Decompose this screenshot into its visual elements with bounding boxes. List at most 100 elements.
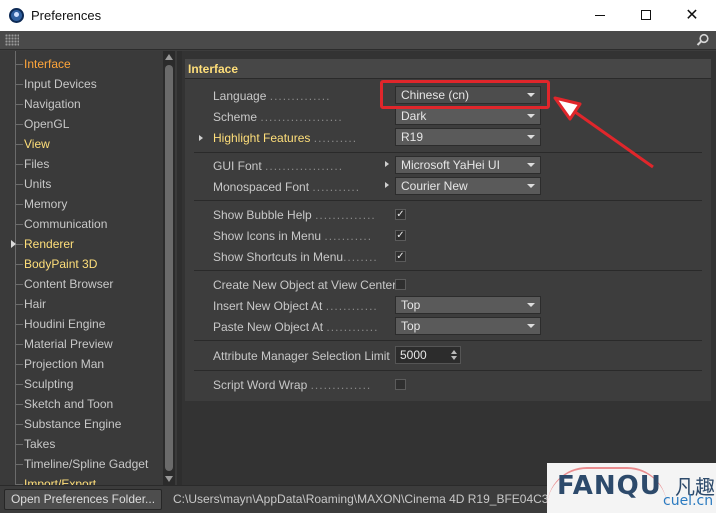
attribute-limit-field[interactable]: 5000 — [395, 346, 461, 364]
scroll-down-icon[interactable] — [165, 476, 173, 482]
minimize-icon — [595, 15, 605, 16]
sidebar-item-memory[interactable]: Memory — [15, 194, 67, 214]
sidebar-item-import-export[interactable]: Import/Export — [15, 474, 96, 485]
sidebar-item-label: Renderer — [24, 237, 75, 251]
icons-in-menu-label: Show Icons in Menu ........... — [213, 229, 373, 243]
sidebar-item-input-devices[interactable]: Input Devices — [15, 74, 97, 94]
chevron-down-icon — [527, 303, 535, 307]
sidebar-item-content-browser[interactable]: Content Browser — [15, 274, 113, 294]
sidebar-item-interface[interactable]: Interface — [15, 54, 71, 74]
sidebar-item-opengl[interactable]: OpenGL — [15, 114, 69, 134]
sidebar-scrollbar[interactable] — [163, 51, 175, 485]
script-word-wrap-label: Script Word Wrap .............. — [213, 378, 372, 392]
divider — [194, 270, 702, 271]
sidebar-item-label: Memory — [24, 197, 68, 211]
create-center-label: Create New Object at View Center — [213, 278, 397, 292]
sidebar-item-label: Import/Export — [24, 477, 97, 485]
sidebar-item-label: Houdini Engine — [24, 317, 106, 331]
expand-arrow-icon[interactable] — [199, 135, 203, 141]
sidebar-item-label: Files — [24, 157, 50, 171]
sidebar-item-label: Content Browser — [24, 277, 114, 291]
sidebar-item-houdini-engine[interactable]: Houdini Engine — [15, 314, 105, 334]
sidebar-item-timeline-spline-gadget[interactable]: Timeline/Spline Gadget — [15, 454, 148, 474]
sidebar-tree: Interface Input Devices Navigation OpenGL Vi… — [0, 51, 177, 485]
scheme-dropdown[interactable]: Dark — [395, 107, 541, 125]
paste-object-dropdown[interactable]: Top — [395, 317, 541, 335]
close-button[interactable]: ✕ — [669, 0, 715, 31]
expand-arrow-icon[interactable] — [385, 182, 389, 188]
monospaced-font-dropdown[interactable]: Courier New — [395, 177, 541, 195]
gui-font-dropdown[interactable]: Microsoft YaHei UI — [395, 156, 541, 174]
chevron-down-icon — [527, 163, 535, 167]
sidebar-item-sculpting[interactable]: Sculpting — [15, 374, 73, 394]
spinner-arrows-icon[interactable] — [451, 350, 457, 360]
sidebar-item-label: View — [24, 137, 50, 151]
sidebar-item-label: Hair — [24, 297, 47, 311]
insert-object-dropdown[interactable]: Top — [395, 296, 541, 314]
section-header: Interface — [185, 59, 711, 79]
chevron-down-icon — [527, 135, 535, 139]
shortcuts-in-menu-checkbox[interactable]: ✓ — [395, 251, 406, 262]
sidebar-item-navigation[interactable]: Navigation — [15, 94, 81, 114]
sidebar-item-substance-engine[interactable]: Substance Engine — [15, 414, 121, 434]
expand-arrow-icon[interactable] — [385, 161, 389, 167]
sidebar-item-hair[interactable]: Hair — [15, 294, 46, 314]
language-label: Language .............. — [213, 89, 331, 103]
sidebar-item-label: Interface — [24, 57, 71, 71]
sidebar-item-label: Timeline/Spline Gadget — [24, 457, 149, 471]
cinema4d-app-icon — [9, 8, 24, 23]
minimize-button[interactable] — [577, 0, 623, 31]
annotation-highlight-box — [380, 80, 550, 109]
grip-handle-icon[interactable] — [5, 34, 19, 46]
scrollbar-thumb[interactable] — [165, 65, 173, 471]
highlight-features-dropdown[interactable]: R19 — [395, 128, 541, 146]
watermark-site: cuel.cn — [663, 493, 714, 509]
sidebar-item-projection-man[interactable]: Projection Man — [15, 354, 104, 374]
sidebar-item-units[interactable]: Units — [15, 174, 51, 194]
window-title: Preferences — [31, 8, 102, 23]
sidebar-item-sketch-and-toon[interactable]: Sketch and Toon — [15, 394, 113, 414]
sidebar-item-communication[interactable]: Communication — [15, 214, 107, 234]
bubble-help-label: Show Bubble Help .............. — [213, 208, 376, 222]
sidebar-item-bodypaint-3d[interactable]: BodyPaint 3D — [15, 254, 97, 274]
sidebar-item-label: Projection Man — [24, 357, 105, 371]
chevron-down-icon — [527, 114, 535, 118]
expand-arrow-icon[interactable] — [11, 240, 16, 248]
sidebar-item-view[interactable]: View — [15, 134, 50, 154]
divider — [194, 340, 702, 341]
search-icon[interactable] — [696, 33, 710, 47]
sidebar-item-label: OpenGL — [24, 117, 70, 131]
sidebar-item-renderer[interactable]: Renderer — [11, 234, 75, 254]
open-preferences-folder-button[interactable]: Open Preferences Folder... — [4, 489, 162, 510]
scheme-label: Scheme ................... — [213, 110, 343, 124]
attribute-limit-label: Attribute Manager Selection Limit — [213, 349, 390, 363]
icons-in-menu-checkbox[interactable]: ✓ — [395, 230, 406, 241]
script-word-wrap-checkbox[interactable] — [395, 379, 406, 390]
gui-font-label: GUI Font .................. — [213, 159, 344, 173]
watermark-brand: FANQU — [557, 471, 662, 501]
paste-object-label: Paste New Object At ............ — [213, 320, 379, 334]
sidebar-item-material-preview[interactable]: Material Preview — [15, 334, 113, 354]
sidebar-item-label: Sketch and Toon — [24, 397, 114, 411]
maximize-icon — [641, 10, 651, 20]
bubble-help-checkbox[interactable]: ✓ — [395, 209, 406, 220]
scroll-up-icon[interactable] — [165, 54, 173, 60]
chevron-down-icon — [527, 184, 535, 188]
sidebar-item-files[interactable]: Files — [15, 154, 49, 174]
monospaced-font-label: Monospaced Font ........... — [213, 180, 361, 194]
sidebar-item-label: Input Devices — [24, 77, 97, 91]
preferences-path: C:\Users\mayn\AppData\Roaming\MAXON\Cine… — [173, 492, 556, 506]
sidebar-item-label: Substance Engine — [24, 417, 122, 431]
sidebar-item-label: Units — [24, 177, 52, 191]
sidebar-item-label: Material Preview — [24, 337, 113, 351]
create-center-checkbox[interactable] — [395, 279, 406, 290]
sidebar-item-takes[interactable]: Takes — [15, 434, 55, 454]
highlight-features-label: Highlight Features .......... — [213, 131, 358, 145]
sidebar-item-label: Communication — [24, 217, 108, 231]
shortcuts-in-menu-label: Show Shortcuts in Menu........ — [213, 250, 378, 264]
maximize-button[interactable] — [623, 0, 669, 31]
section-title: Interface — [188, 62, 239, 76]
watermark-logo: FANQU 凡趣 cuel.cn — [547, 463, 716, 513]
toolbar — [0, 31, 716, 50]
sidebar-item-label: Sculpting — [24, 377, 74, 391]
